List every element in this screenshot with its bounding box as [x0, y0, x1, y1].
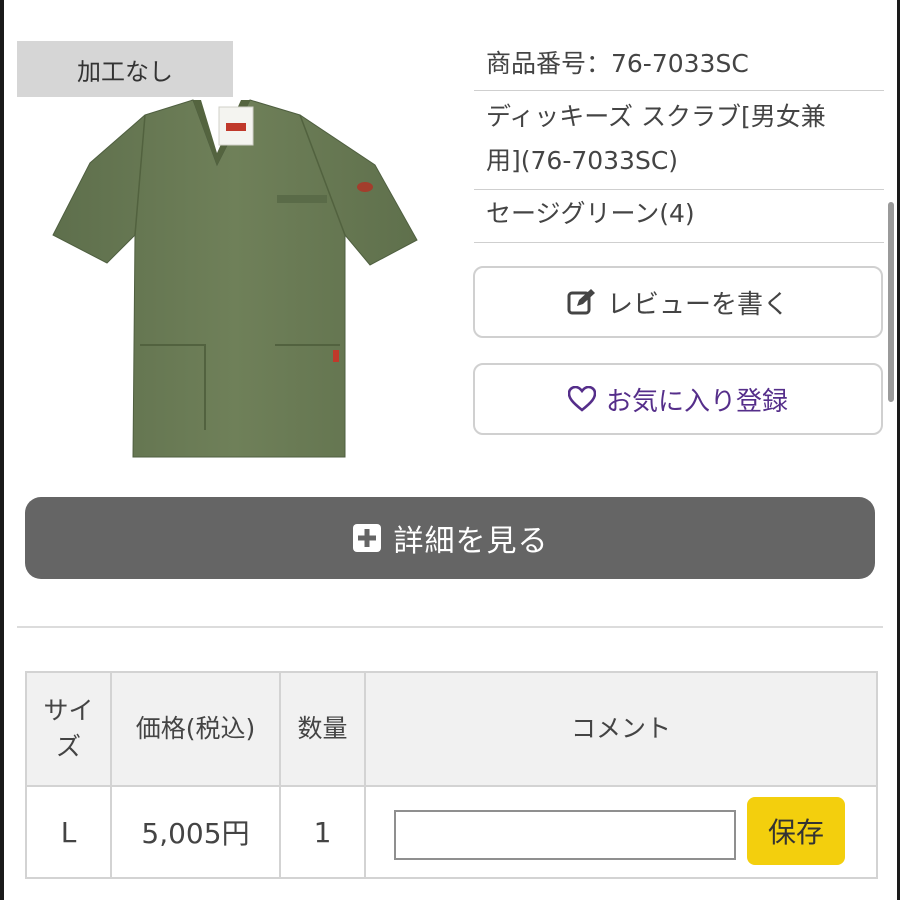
comment-input[interactable] — [394, 810, 736, 860]
product-name: ディッキーズ スクラブ[男女兼 用](76-7033SC) — [474, 91, 884, 190]
add-favorite-button[interactable]: お気に入り登録 — [473, 363, 883, 435]
view-details-button[interactable]: 詳細を見る — [25, 497, 875, 579]
section-divider — [17, 626, 883, 628]
product-number: 商品番号：76-7033SC — [474, 40, 884, 91]
quantity-header: 数量 — [279, 671, 366, 787]
order-table: サイ ズ 価格(税込) 数量 コメント L 5,005円 1 保存 — [25, 671, 878, 879]
left-frame-edge — [0, 0, 4, 900]
plus-square-icon — [352, 524, 381, 552]
size-header-line2: ズ — [55, 732, 81, 761]
quantity-cell: 1 — [279, 785, 366, 879]
write-review-button[interactable]: レビューを書く — [473, 266, 883, 338]
save-button[interactable]: 保存 — [747, 797, 845, 865]
product-color: セージグリーン(4) — [474, 190, 884, 243]
product-name-line2: 用](76-7033SC) — [486, 146, 679, 175]
price-header: 価格(税込) — [110, 671, 281, 787]
table-row: L 5,005円 1 保存 — [25, 785, 878, 879]
comment-header: コメント — [364, 671, 878, 787]
size-header: サイ ズ — [25, 671, 112, 787]
heart-icon — [567, 386, 596, 412]
comment-cell: 保存 — [364, 785, 878, 879]
product-name-line1: ディッキーズ スクラブ[男女兼 — [486, 102, 826, 131]
order-table-header-row: サイ ズ 価格(税込) 数量 コメント — [25, 671, 878, 787]
product-info: 商品番号：76-7033SC ディッキーズ スクラブ[男女兼 用](76-703… — [474, 40, 884, 243]
view-details-label: 詳細を見る — [393, 524, 549, 559]
size-cell: L — [25, 785, 112, 879]
size-header-line1: サイ — [43, 696, 94, 725]
price-cell: 5,005円 — [110, 785, 281, 879]
processing-badge: 加工なし — [17, 41, 233, 97]
scrollbar[interactable] — [888, 202, 894, 402]
edit-icon — [567, 289, 595, 315]
write-review-label: レビューを書く — [606, 289, 789, 320]
add-favorite-label: お気に入り登録 — [605, 386, 788, 417]
product-image[interactable] — [45, 95, 425, 470]
